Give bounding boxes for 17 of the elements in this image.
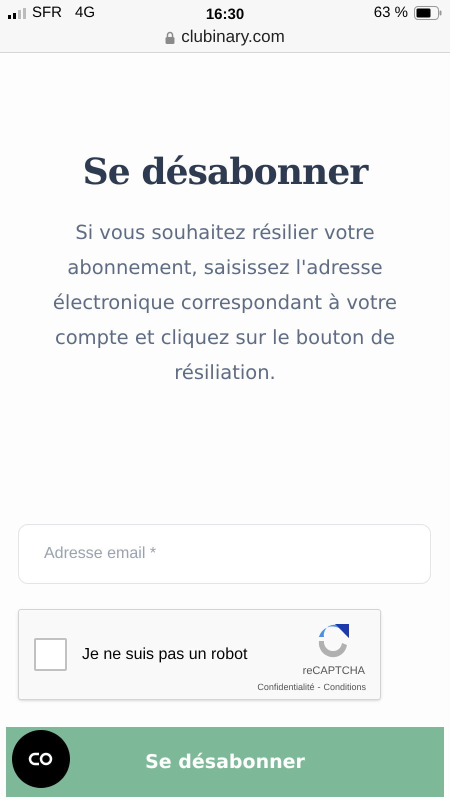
captcha-checkbox[interactable] <box>34 638 67 671</box>
battery-icon <box>414 6 442 20</box>
page-title: Se désabonner <box>82 150 370 195</box>
privacy-link[interactable]: Confidentialité <box>257 681 314 694</box>
clock-time: 16:30 <box>206 5 244 25</box>
email-field[interactable]: Adresse email * <box>18 524 431 584</box>
recaptcha-brand: reCAPTCHA <box>302 664 365 679</box>
captcha-label: Je ne suis pas un robot <box>82 644 248 664</box>
url-text[interactable]: clubinary.com <box>181 24 285 50</box>
lock-icon <box>165 30 176 44</box>
battery-percentage: 63 % <box>374 2 408 23</box>
description-text: Si vous souhaitez résilier votre abonnement, saisissez l'adresse électronique correspondant à votre compte et cliquez sur le bouton de résiliation. <box>52 220 398 386</box>
terms-link[interactable]: Conditions <box>323 681 366 694</box>
network-type: 4G <box>75 2 96 23</box>
link-separator: - <box>317 681 320 694</box>
signal-icon <box>8 8 26 18</box>
carrier-name: SFR <box>32 2 62 23</box>
